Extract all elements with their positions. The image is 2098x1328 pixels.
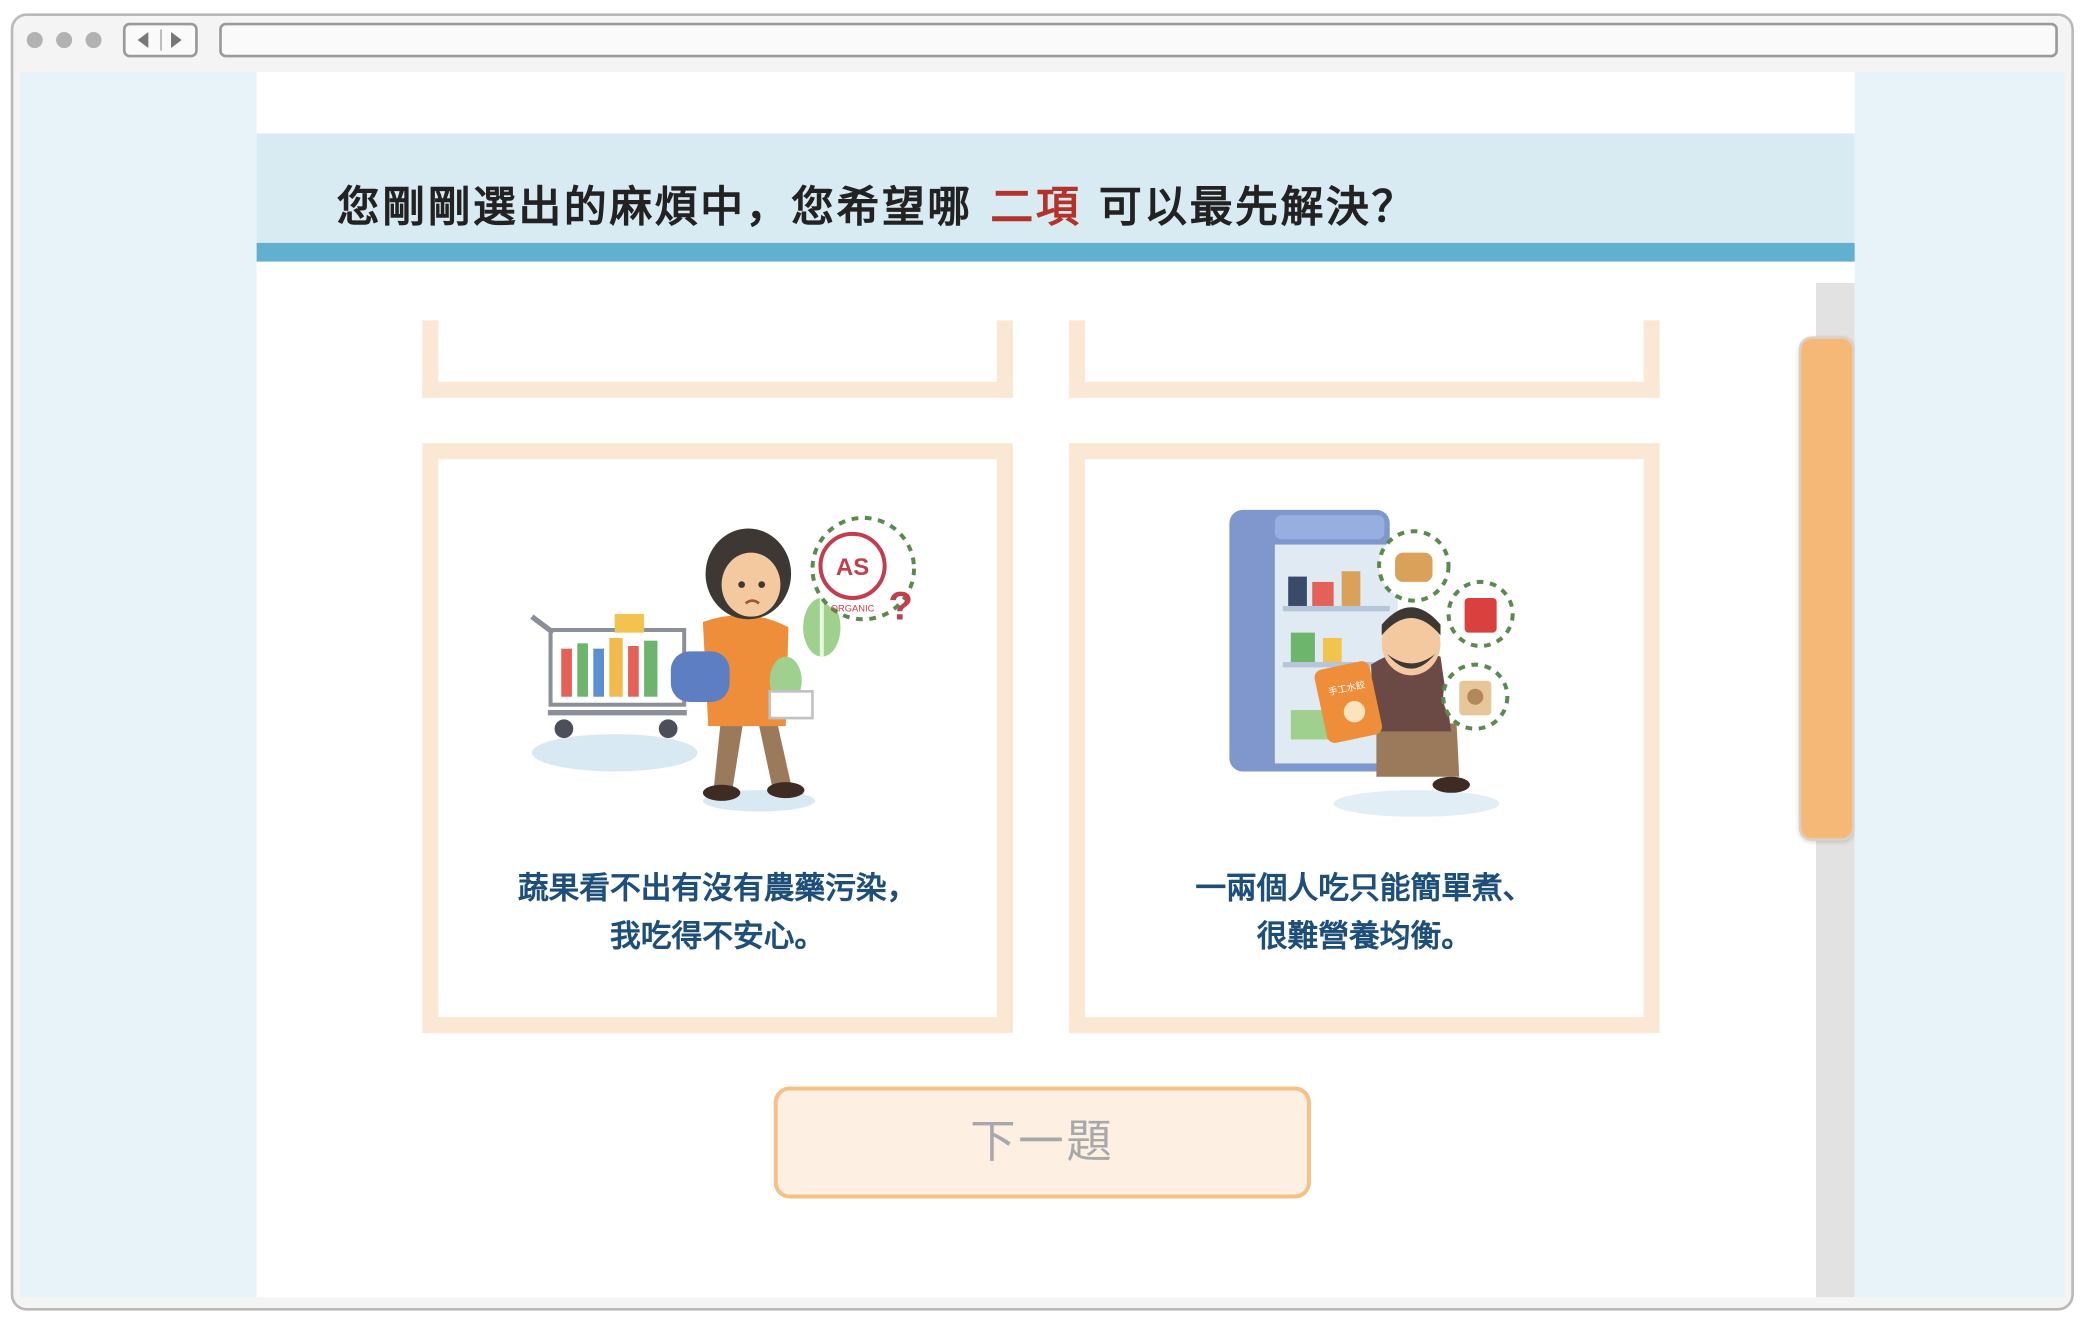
- option-card-previous-right[interactable]: [1069, 320, 1660, 398]
- question-prefix: 您剛剛選出的麻煩中，您希望哪: [336, 181, 973, 233]
- forward-arrow-icon[interactable]: [171, 32, 182, 49]
- fridge-man-illustration: 手工水餃: [1229, 509, 1515, 817]
- option-caption-pesticide: 蔬果看不出有沒有農藥污染， 我吃得不安心。: [438, 865, 997, 961]
- page-viewport: 您剛剛選出的麻煩中，您希望哪 二項 可以最先解決？ AS ORGANIC ? 蔬…: [20, 72, 2065, 1298]
- window-zoom-dot[interactable]: [85, 32, 102, 49]
- caption-line: 很難營養均衡。: [1256, 919, 1472, 955]
- svg-text:ORGANIC: ORGANIC: [831, 603, 875, 613]
- shopper-vegetable-illustration: AS ORGANIC ?: [530, 515, 917, 812]
- window-minimize-dot[interactable]: [56, 32, 73, 49]
- bread-icon: [1377, 529, 1451, 603]
- browser-window: 您剛剛選出的麻煩中，您希望哪 二項 可以最先解決？ AS ORGANIC ? 蔬…: [10, 13, 2074, 1311]
- question-highlight: 二項: [990, 181, 1082, 233]
- shopping-cart-icon: [530, 613, 687, 739]
- window-close-dot[interactable]: [26, 32, 43, 49]
- noodle-package-icon: [1441, 662, 1510, 731]
- svg-text:AS: AS: [836, 554, 869, 581]
- scrollbar-thumb[interactable]: [1798, 336, 1855, 841]
- caption-line: 一兩個人吃只能簡單煮、: [1195, 871, 1534, 907]
- question-title: 您剛剛選出的麻煩中，您希望哪 二項 可以最先解決？: [337, 174, 1417, 235]
- nav-buttons: [122, 22, 198, 58]
- caption-line: 蔬果看不出有沒有農藥污染，: [517, 871, 918, 907]
- option-card-nutrition[interactable]: 手工水餃 一兩個人吃只能簡單煮、 很難營養均衡。: [1069, 443, 1660, 1034]
- canned-food-icon: [1446, 579, 1515, 648]
- header-accent-bar: [256, 242, 1855, 262]
- address-bar[interactable]: [219, 22, 2058, 58]
- question-header: 您剛剛選出的麻煩中，您希望哪 二項 可以最先解決？: [256, 133, 1855, 262]
- back-arrow-icon[interactable]: [137, 32, 149, 49]
- option-card-pesticide[interactable]: AS ORGANIC ? 蔬果看不出有沒有農藥污染， 我吃得不安心。: [422, 443, 1013, 1034]
- quiz-page: 您剛剛選出的麻煩中，您希望哪 二項 可以最先解決？ AS ORGANIC ? 蔬…: [256, 72, 1855, 1298]
- next-question-button[interactable]: 下一題: [773, 1086, 1311, 1199]
- caption-line: 我吃得不安心。: [610, 919, 826, 955]
- nav-separator: [160, 29, 162, 51]
- question-mark-icon: ?: [888, 584, 912, 628]
- option-card-previous-left[interactable]: [422, 320, 1013, 398]
- browser-toolbar: [13, 16, 2072, 75]
- option-caption-nutrition: 一兩個人吃只能簡單煮、 很難營養均衡。: [1085, 865, 1644, 961]
- question-suffix: 可以最先解決？: [1098, 181, 1417, 233]
